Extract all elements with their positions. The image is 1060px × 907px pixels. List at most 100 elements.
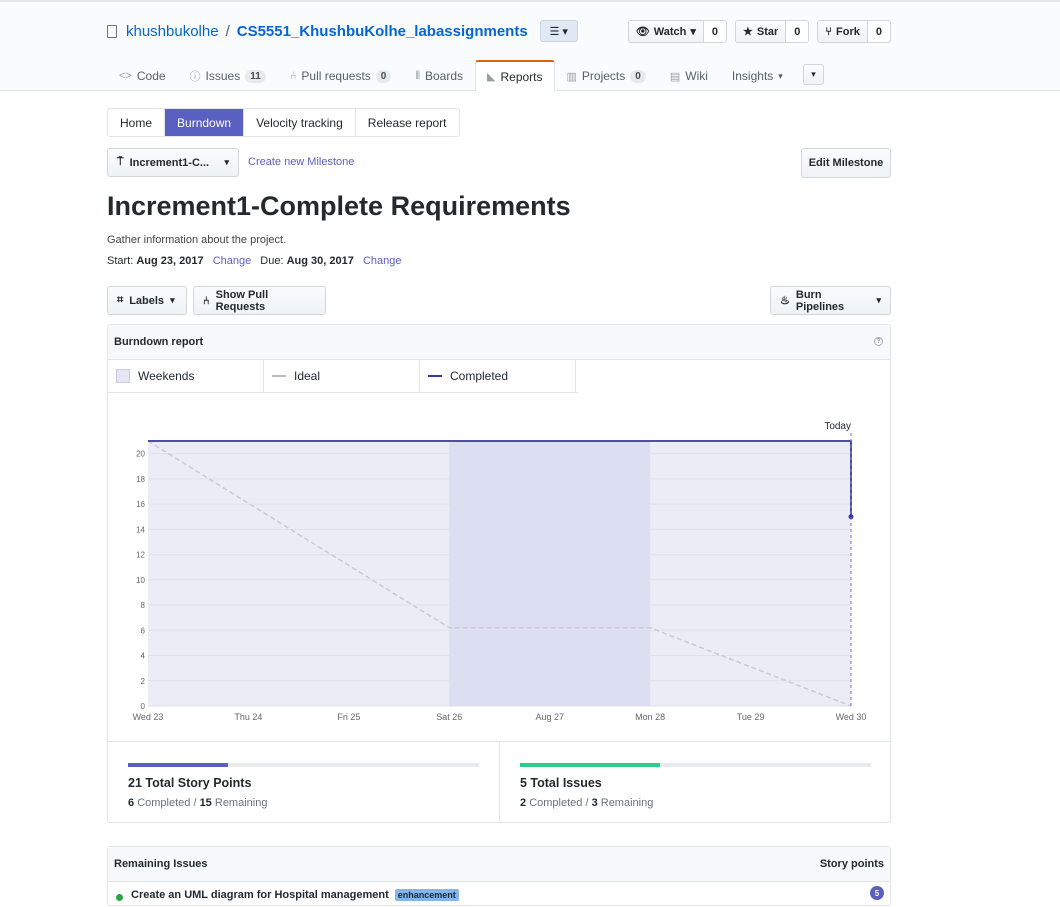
tab-boards[interactable]: ⫴ Boards <box>403 60 475 91</box>
fork-count[interactable]: 0 <box>867 21 890 42</box>
subnav-burndown[interactable]: Burndown <box>165 109 245 136</box>
chevron-down-icon: ▾ <box>224 157 229 167</box>
x-tick-label: Wed 30 <box>836 712 867 722</box>
help-icon[interactable]: ? <box>874 337 883 346</box>
ideal-swatch <box>272 375 286 377</box>
story-points-header: Story points <box>819 858 884 870</box>
x-tick-label: Wed 23 <box>133 712 164 722</box>
chevron-down-icon: ▾ <box>170 295 175 305</box>
issues-total: 5 Total Issues <box>520 776 602 790</box>
repo-title: khushbukolhe / CS5551_KhushbuKolhe_labas… <box>107 20 578 42</box>
book-icon: ▤ <box>669 70 681 83</box>
y-tick-label: 20 <box>136 450 145 459</box>
repo-name-link[interactable]: CS5551_KhushbuKolhe_labassignments <box>237 23 528 40</box>
subnav-release[interactable]: Release report <box>356 109 459 136</box>
milestone-icon: ⍑ <box>117 156 124 168</box>
labels-filter-button[interactable]: ⌗ Labels ▾ <box>107 286 187 315</box>
tab-projects[interactable]: ▥ Projects 0 <box>555 60 658 91</box>
chart-legend: Weekends Ideal Completed <box>108 360 578 393</box>
subnav-home[interactable]: Home <box>108 109 166 136</box>
star-count[interactable]: 0 <box>786 21 809 42</box>
remaining-header: Remaining Issues Story points <box>108 847 890 882</box>
issue-points: 5 <box>870 886 884 900</box>
y-tick-label: 6 <box>141 626 146 635</box>
repo-header: khushbukolhe / CS5551_KhushbuKolhe_labas… <box>0 2 1060 91</box>
y-tick-label: 14 <box>136 525 145 534</box>
create-milestone-link[interactable]: Create new Milestone <box>248 156 354 168</box>
remaining-issues-panel: Remaining Issues Story points Create an … <box>107 846 891 906</box>
tab-reports[interactable]: ◣ Reports <box>475 60 555 91</box>
stats-row: 21 Total Story Points 6 Completed / 15 R… <box>108 741 890 823</box>
legend-ideal[interactable]: Ideal <box>264 360 420 392</box>
edit-milestone-button[interactable]: Edit Milestone <box>801 148 891 178</box>
fork-button[interactable]: ⑂ Fork <box>818 21 868 42</box>
start-date: Aug 23, 2017 <box>136 255 204 267</box>
due-label: Due: <box>260 255 284 267</box>
burndown-panel: Burndown report ? Weekends Ideal Complet… <box>107 324 891 823</box>
open-issue-icon <box>116 894 123 901</box>
tab-wiki[interactable]: ▤ Wiki <box>658 60 720 91</box>
issues-summary: 2 Completed / 3 Remaining <box>520 797 654 809</box>
y-tick-label: 2 <box>141 677 146 686</box>
subnav-velocity[interactable]: Velocity tracking <box>244 109 356 136</box>
graph-icon: ◣ <box>487 71 496 83</box>
y-tick-label: 12 <box>136 551 145 560</box>
issues-bar <box>520 763 871 767</box>
burn-pipelines-button[interactable]: ♨ Burn Pipelines ▾ <box>770 286 891 315</box>
milestone-description: Gather information about the project. <box>107 234 287 246</box>
story-points-stat: 21 Total Story Points 6 Completed / 15 R… <box>108 742 499 823</box>
x-tick-label: Tue 29 <box>737 712 765 722</box>
watch-count[interactable]: 0 <box>703 21 727 42</box>
milestone-dates: Start: Aug 23, 2017 Change Due: Aug 30, … <box>107 255 407 267</box>
tab-code[interactable]: <> Code <box>107 60 178 91</box>
pr-counter: 0 <box>375 69 392 83</box>
milestone-title: Increment1-Complete Requirements <box>107 191 571 221</box>
change-start-link[interactable]: Change <box>213 255 252 267</box>
completed-swatch <box>428 375 442 377</box>
due-date: Aug 30, 2017 <box>286 255 354 267</box>
star-button[interactable]: ★ Star <box>736 21 787 42</box>
burndown-header: Burndown report ? <box>108 325 890 360</box>
watch-action: 👁 Watch ▾ 0 <box>627 20 728 43</box>
story-points-fill <box>128 763 229 767</box>
legend-weekends[interactable]: Weekends <box>108 360 264 392</box>
x-tick-label: Mon 28 <box>635 712 665 722</box>
issue-icon: ⓘ <box>189 71 201 83</box>
flame-icon: ♨ <box>780 295 790 307</box>
story-points-total: 21 Total Story Points <box>128 776 252 790</box>
x-tick-label: Fri 25 <box>337 712 360 722</box>
remaining-title: Remaining Issues <box>114 858 208 870</box>
start-label: Start: <box>107 255 134 267</box>
issue-row[interactable]: Create an UML diagram for Hospital manag… <box>108 882 890 907</box>
y-tick-label: 10 <box>136 576 145 585</box>
tab-pull-requests[interactable]: ⑃ Pull requests 0 <box>278 60 404 91</box>
star-action: ★ Star 0 <box>735 20 810 43</box>
tab-insights[interactable]: Insights ▾ <box>720 60 795 91</box>
show-pull-requests-button[interactable]: ⑃ Show Pull Requests <box>193 286 326 315</box>
tab-issues[interactable]: ⓘ Issues 11 <box>178 60 278 91</box>
change-due-link[interactable]: Change <box>363 255 402 267</box>
y-tick-label: 18 <box>136 475 145 484</box>
board-icon: ⫴ <box>415 69 420 82</box>
weekend-swatch <box>116 369 130 383</box>
eye-icon: 👁 <box>635 26 650 38</box>
chevron-down-icon: ▾ <box>876 295 881 305</box>
issues-stat: 5 Total Issues 2 Completed / 3 Remaining <box>499 742 890 823</box>
watch-button[interactable]: 👁 Watch ▾ <box>628 21 704 42</box>
milestone-select-value: Increment1-C... <box>129 156 210 169</box>
legend-completed[interactable]: Completed <box>420 360 576 392</box>
pr-icon: ⑃ <box>289 70 297 82</box>
more-tabs-button[interactable]: ▾ <box>803 64 824 85</box>
issues-counter: 11 <box>245 69 266 83</box>
y-tick-label: 8 <box>141 601 146 610</box>
list-menu-button[interactable]: ☰ ▾ <box>539 20 578 42</box>
today-label: Today <box>824 421 851 432</box>
repo-owner-link[interactable]: khushbukolhe <box>126 23 219 40</box>
x-tick-label: Sat 26 <box>436 712 462 722</box>
x-tick-label: Aug 27 <box>535 712 564 722</box>
milestone-select[interactable]: ⍑ Increment1-C... ▾ <box>107 148 239 177</box>
projects-counter: 0 <box>630 69 646 83</box>
story-points-summary: 6 Completed / 15 Remaining <box>128 797 268 809</box>
weekend-band <box>449 441 651 706</box>
issues-fill <box>520 763 661 767</box>
